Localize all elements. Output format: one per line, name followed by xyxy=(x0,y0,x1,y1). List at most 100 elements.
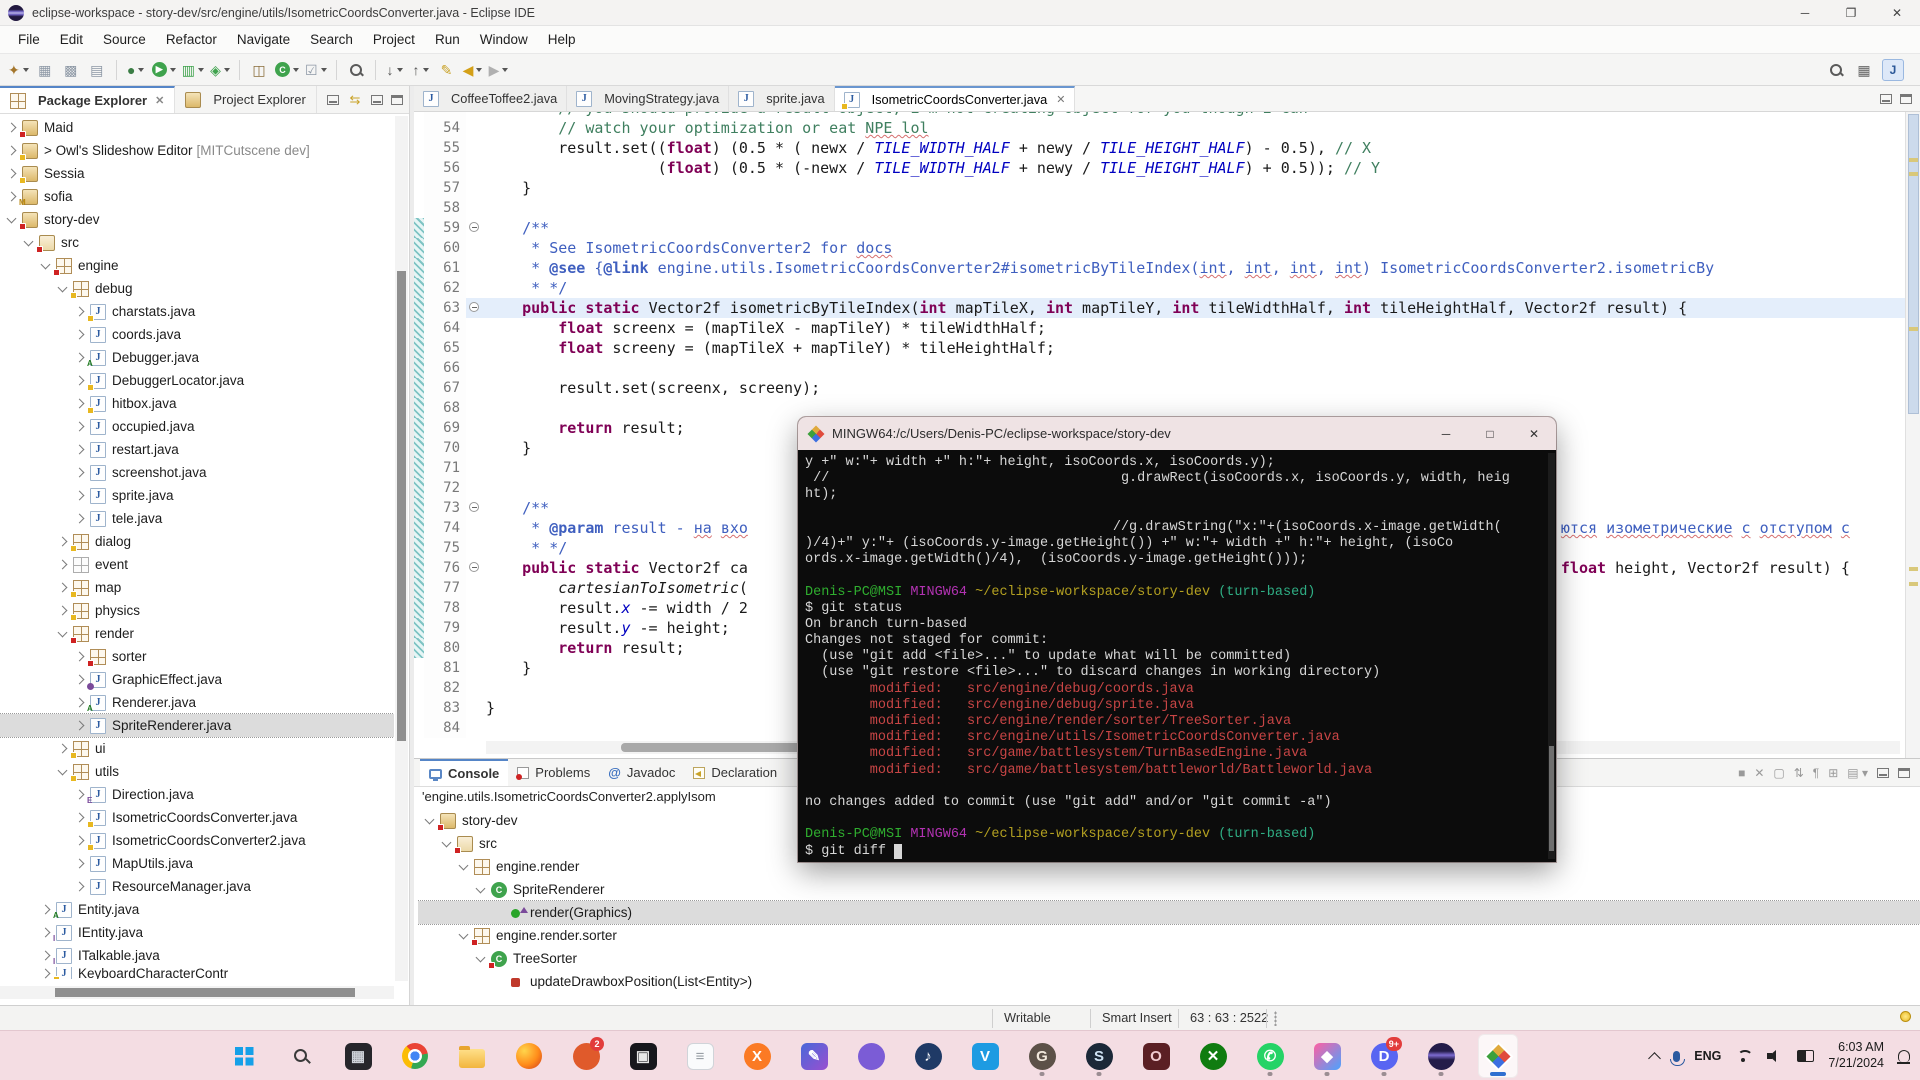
tree-collapsed-arrow-icon[interactable] xyxy=(75,399,85,409)
save-all-button[interactable]: ▩ xyxy=(59,58,83,82)
word-wrap-icon[interactable]: ¶ xyxy=(1813,766,1819,780)
hscroll-thumb[interactable] xyxy=(55,988,355,997)
close-button[interactable]: ✕ xyxy=(1874,0,1920,25)
menu-search[interactable]: Search xyxy=(300,28,363,51)
console-tab-problems[interactable]: Problems xyxy=(508,759,599,786)
code-line-64[interactable]: 64 float screenx = (mapTileX - mapTileY)… xyxy=(414,318,1905,338)
taskbar-gimp-button[interactable]: G xyxy=(1022,1034,1062,1078)
terminal-titlebar[interactable]: MINGW64:/c/Users/Denis-PC/eclipse-worksp… xyxy=(798,417,1556,450)
code-line-63[interactable]: 63 public static Vector2f isometricByTil… xyxy=(414,298,1905,318)
tree-item-updatedrawboxposition-list-entity[interactable]: updateDrawboxPosition(List<Entity>) xyxy=(418,970,1920,993)
tree-item-event[interactable]: event xyxy=(0,553,394,576)
tree-item-keyboardcharactercontr[interactable]: JKeyboardCharacterContr xyxy=(0,967,394,979)
search-flashlight-button[interactable] xyxy=(344,58,368,82)
taskbar-xampp-button[interactable]: X xyxy=(737,1034,777,1078)
tree-collapsed-arrow-icon[interactable] xyxy=(75,376,85,386)
tree-item-dialog[interactable]: dialog xyxy=(0,530,394,553)
maximize-console-icon[interactable] xyxy=(1898,768,1910,778)
taskbar-photos-app-button[interactable]: ▣ xyxy=(623,1034,663,1078)
taskbar-git-bash-button[interactable] xyxy=(1478,1034,1518,1078)
microphone-icon[interactable] xyxy=(1673,1051,1680,1062)
tree-collapsed-arrow-icon[interactable] xyxy=(7,123,17,133)
tree-item-sprite-java[interactable]: Jsprite.java xyxy=(0,484,394,507)
tree-item-render[interactable]: render xyxy=(0,622,394,645)
code-line-65[interactable]: 65 float screeny = (mapTileX + mapTileY)… xyxy=(414,338,1905,358)
tree-collapsed-arrow-icon[interactable] xyxy=(75,882,85,892)
tree-item-spriterenderer[interactable]: CSpriteRenderer xyxy=(418,878,1920,901)
tree-collapsed-arrow-icon[interactable] xyxy=(75,468,85,478)
pen-device-icon[interactable] xyxy=(1797,1050,1814,1062)
tray-overflow-chevron-icon[interactable] xyxy=(1648,1052,1661,1065)
taskbar-music-player-button[interactable]: ♪ xyxy=(908,1034,948,1078)
tree-item-isometriccoordsconverter2-java[interactable]: JIsometricCoordsConverter2.java xyxy=(0,829,394,852)
tips-lightbulb-icon[interactable] xyxy=(1900,1011,1911,1022)
taskbar-firefox-button[interactable] xyxy=(509,1034,549,1078)
package-explorer-vscrollbar[interactable] xyxy=(395,116,408,981)
open-task-button[interactable]: ☑ xyxy=(303,58,329,82)
menu-refactor[interactable]: Refactor xyxy=(156,28,227,51)
language-indicator[interactable]: ENG xyxy=(1694,1049,1721,1063)
taskbar-vscode-button[interactable]: V xyxy=(965,1034,1005,1078)
forward-button[interactable]: ▶ xyxy=(487,58,511,82)
new-java-project-button[interactable]: ◫ xyxy=(247,58,271,82)
tree-item-renderer-java[interactable]: JARenderer.java xyxy=(0,691,394,714)
tree-item-utils[interactable]: utils xyxy=(0,760,394,783)
tree-item-sofia[interactable]: Msofia xyxy=(0,185,394,208)
tree-collapsed-arrow-icon[interactable] xyxy=(75,353,85,363)
tree-collapsed-arrow-icon[interactable] xyxy=(41,928,51,938)
tree-item-screenshot-java[interactable]: Jscreenshot.java xyxy=(0,461,394,484)
code-line-59[interactable]: 59 /** xyxy=(414,218,1905,238)
tree-expanded-arrow-icon[interactable] xyxy=(459,929,469,939)
terminal-scrollbar[interactable] xyxy=(1548,453,1555,859)
pin-console-icon[interactable]: ⊞ xyxy=(1828,766,1838,780)
coverage-button[interactable]: ▥ xyxy=(180,58,206,82)
menu-navigate[interactable]: Navigate xyxy=(227,28,300,51)
taskbar-recorder-app-button[interactable]: O xyxy=(1136,1034,1176,1078)
terminal-body[interactable]: y +" w:"+ width +" h:"+ height, isoCoord… xyxy=(798,450,1556,862)
terminal-close-button[interactable]: ✕ xyxy=(1512,417,1556,450)
maximize-button[interactable]: ❐ xyxy=(1828,0,1874,25)
taskbar-task-view-button[interactable]: ▦ xyxy=(338,1034,378,1078)
console-tab-javadoc[interactable]: @Javadoc xyxy=(599,759,684,786)
remove-launch-icon[interactable]: ✕ xyxy=(1754,766,1764,780)
new-wizard-button[interactable]: ✦ xyxy=(6,58,31,82)
editor-tab-isometriccoordsconverter-java[interactable]: JIsometricCoordsConverter.java✕ xyxy=(835,86,1076,111)
terminal-scroll-thumb[interactable] xyxy=(1549,746,1554,851)
editor-tab-sprite-java[interactable]: Jsprite.java xyxy=(729,86,834,111)
tree-item-physics[interactable]: physics xyxy=(0,599,394,622)
collapse-all-icon[interactable] xyxy=(327,95,339,105)
maximize-view-icon[interactable] xyxy=(391,95,403,105)
tree-item-debugger-java[interactable]: JADebugger.java xyxy=(0,346,394,369)
fold-collapse-icon[interactable] xyxy=(469,222,479,232)
taskbar-search-button[interactable] xyxy=(281,1034,321,1078)
tree-item-owl-s-slideshow-editor[interactable]: > Owl's Slideshow Editor[MITCutscene dev… xyxy=(0,139,394,162)
tree-collapsed-arrow-icon[interactable] xyxy=(75,307,85,317)
minimize-editor-icon[interactable] xyxy=(1880,94,1892,104)
code-line-54[interactable]: 54 // watch your optimization or eat NPE… xyxy=(414,118,1905,138)
tree-collapsed-arrow-icon[interactable] xyxy=(75,790,85,800)
tree-collapsed-arrow-icon[interactable] xyxy=(75,813,85,823)
close-view-icon[interactable]: ✕ xyxy=(155,94,164,107)
clock[interactable]: 6:03 AM 7/21/2024 xyxy=(1828,1040,1884,1071)
scroll-lock-icon[interactable]: ⇅ xyxy=(1794,766,1804,780)
tree-collapsed-arrow-icon[interactable] xyxy=(75,652,85,662)
tree-item-maid[interactable]: Maid xyxy=(0,116,394,139)
minimize-button[interactable]: ─ xyxy=(1782,0,1828,25)
overview-ruler[interactable] xyxy=(1905,112,1920,758)
java-perspective-button[interactable]: J xyxy=(1880,58,1906,82)
tree-item-entity-java[interactable]: JAEntity.java xyxy=(0,898,394,921)
code-line-58[interactable]: 58 xyxy=(414,198,1905,218)
close-tab-icon[interactable]: ✕ xyxy=(1056,93,1065,106)
tree-collapsed-arrow-icon[interactable] xyxy=(58,583,68,593)
taskbar-notepad-button[interactable]: ≡ xyxy=(680,1034,720,1078)
tree-item-occupied-java[interactable]: Joccupied.java xyxy=(0,415,394,438)
code-line-60[interactable]: 60 * See IsometricCoordsConverter2 for d… xyxy=(414,238,1905,258)
fold-collapse-icon[interactable] xyxy=(469,302,479,312)
tree-item-italkable-java[interactable]: JIITalkable.java xyxy=(0,944,394,967)
tree-item-charstats-java[interactable]: Jcharstats.java xyxy=(0,300,394,323)
tree-item-debug[interactable]: debug xyxy=(0,277,394,300)
minimize-console-icon[interactable] xyxy=(1877,768,1889,778)
tree-item-spriterenderer-java[interactable]: JSpriteRenderer.java xyxy=(0,714,394,737)
tree-expanded-arrow-icon[interactable] xyxy=(425,814,435,824)
menu-window[interactable]: Window xyxy=(470,28,538,51)
